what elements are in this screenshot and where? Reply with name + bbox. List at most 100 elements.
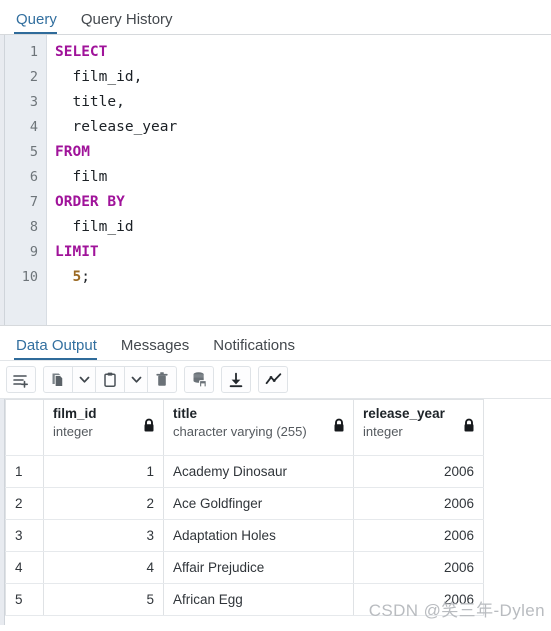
cell-release_year[interactable]: 2006 [353, 487, 484, 520]
results-grid-header: film_id integer title character varying (25… [5, 399, 484, 456]
column-type: integer [363, 424, 403, 439]
results-grid-body: 1 1 Academy Dinosaur 2006 2 2 Ace Goldfinger 20… [5, 455, 484, 616]
paste-clipboard-icon [101, 371, 119, 389]
cell-title[interactable]: Affair Prejudice [163, 551, 354, 584]
column-name: film_id [53, 406, 97, 421]
sql-code-line: film_id, [55, 65, 551, 90]
tab-data-output[interactable]: Data Output [14, 338, 108, 360]
lock-icon [332, 418, 346, 436]
table-row[interactable]: 5 5 African Egg 2006 [5, 583, 484, 616]
sql-code-line: release_year [55, 115, 551, 140]
cell-title[interactable]: African Egg [163, 583, 354, 616]
tab-notifications[interactable]: Notifications [211, 338, 306, 360]
delete-row-button[interactable] [147, 366, 177, 393]
copy-icon [49, 371, 67, 389]
tab-query[interactable]: Query [14, 12, 68, 34]
line-number: 7 [29, 194, 38, 210]
data-output-toolbar [0, 361, 551, 399]
line-number: 9 [29, 244, 38, 260]
line-number: 10 [21, 269, 38, 285]
paste-options-dropdown[interactable] [124, 366, 148, 393]
table-row[interactable]: 3 3 Adaptation Holes 2006 [5, 519, 484, 552]
cell-film_id[interactable]: 5 [43, 583, 164, 616]
toolbar-group-graph [258, 366, 288, 393]
grid-left-rail [0, 399, 5, 625]
row-number[interactable]: 3 [5, 519, 44, 552]
sql-token-ident: title [55, 94, 117, 110]
tab-messages-label: Messages [120, 337, 190, 354]
sql-code-line: title, [55, 90, 551, 115]
sql-token-punc: , [133, 69, 143, 85]
sql-token-kw: FROM [55, 144, 90, 160]
cell-release_year[interactable]: 2006 [353, 519, 484, 552]
delete-trash-icon [153, 371, 171, 389]
header-row: film_id integer title character varying (25… [5, 399, 484, 456]
line-number: 3 [29, 94, 38, 110]
tab-query-label: Query [16, 11, 57, 28]
row-header-corner[interactable] [5, 399, 44, 456]
sql-token-punc: ; [81, 269, 90, 285]
tab-query-history-label: Query History [80, 11, 173, 28]
editor-line-number-gutter: 1 2 3 4 5 6 7 8 9 10 [5, 35, 47, 325]
add-row-icon [12, 371, 30, 389]
output-tab-strip: Data Output Messages Notifications [0, 326, 551, 361]
row-number[interactable]: 1 [5, 455, 44, 488]
sql-code-line: film [55, 165, 551, 190]
sql-code-area[interactable]: SELECT film_id, title, release_year FROM … [47, 35, 551, 325]
sql-token-kw: ORDER BY [55, 194, 125, 210]
cell-film_id[interactable]: 1 [43, 455, 164, 488]
column-header-release_year[interactable]: release_year integer [353, 399, 484, 456]
row-number[interactable]: 4 [5, 551, 44, 584]
table-row[interactable]: 1 1 Academy Dinosaur 2006 [5, 455, 484, 488]
download-results-button[interactable] [221, 366, 251, 393]
column-name: title [173, 406, 198, 421]
cell-film_id[interactable]: 3 [43, 519, 164, 552]
cell-title[interactable]: Ace Goldfinger [163, 487, 354, 520]
cell-release_year[interactable]: 2006 [353, 583, 484, 616]
sql-token-ident: film [55, 169, 108, 185]
cell-title[interactable]: Academy Dinosaur [163, 455, 354, 488]
tab-notifications-label: Notifications [213, 337, 295, 354]
graph-visualiser-icon [264, 370, 283, 389]
line-number: 5 [29, 144, 38, 160]
table-row[interactable]: 4 4 Affair Prejudice 2006 [5, 551, 484, 584]
row-number[interactable]: 5 [5, 583, 44, 616]
sql-token-ident: release_year [55, 119, 178, 135]
output-panel: Data Output Messages Notifications film_… [0, 325, 551, 625]
table-row[interactable]: 2 2 Ace Goldfinger 2006 [5, 487, 484, 520]
sql-code-line: 5; [55, 265, 551, 290]
graph-visualiser-button[interactable] [258, 366, 288, 393]
cell-film_id[interactable]: 4 [43, 551, 164, 584]
column-header-film_id[interactable]: film_id integer [43, 399, 164, 456]
toolbar-group-add [6, 366, 36, 393]
tab-messages[interactable]: Messages [119, 338, 200, 360]
sql-token-punc: , [116, 94, 125, 110]
sql-token-kw: LIMIT [55, 244, 99, 260]
row-number[interactable]: 2 [5, 487, 44, 520]
save-data-changes-button[interactable] [184, 366, 214, 393]
cell-film_id[interactable]: 2 [43, 487, 164, 520]
cell-release_year[interactable]: 2006 [353, 455, 484, 488]
results-grid-area: film_id integer title character varying (25… [0, 399, 551, 625]
sql-token-num: 5 [55, 269, 82, 285]
sql-code-line: FROM [55, 140, 551, 165]
add-row-button[interactable] [6, 366, 36, 393]
sql-code-line: SELECT [55, 40, 551, 65]
line-number: 6 [29, 169, 38, 185]
copy-options-dropdown[interactable] [72, 366, 96, 393]
cell-title[interactable]: Adaptation Holes [163, 519, 354, 552]
copy-button[interactable] [43, 366, 73, 393]
toolbar-group-clipboard [43, 366, 177, 393]
sql-token-ident: film_id [55, 219, 134, 235]
sql-token-kw: SELECT [55, 44, 108, 60]
tab-query-history[interactable]: Query History [79, 12, 184, 34]
chevron-down-icon [78, 373, 91, 386]
paste-button[interactable] [95, 366, 125, 393]
results-grid: film_id integer title character varying (25… [5, 399, 484, 616]
column-header-title[interactable]: title character varying (255) [163, 399, 354, 456]
cell-release_year[interactable]: 2006 [353, 551, 484, 584]
sql-editor[interactable]: 1 2 3 4 5 6 7 8 9 10 SELECT film_id, tit… [0, 35, 551, 325]
toolbar-group-download [221, 366, 251, 393]
column-type: character varying (255) [173, 424, 307, 439]
download-icon [227, 371, 245, 389]
